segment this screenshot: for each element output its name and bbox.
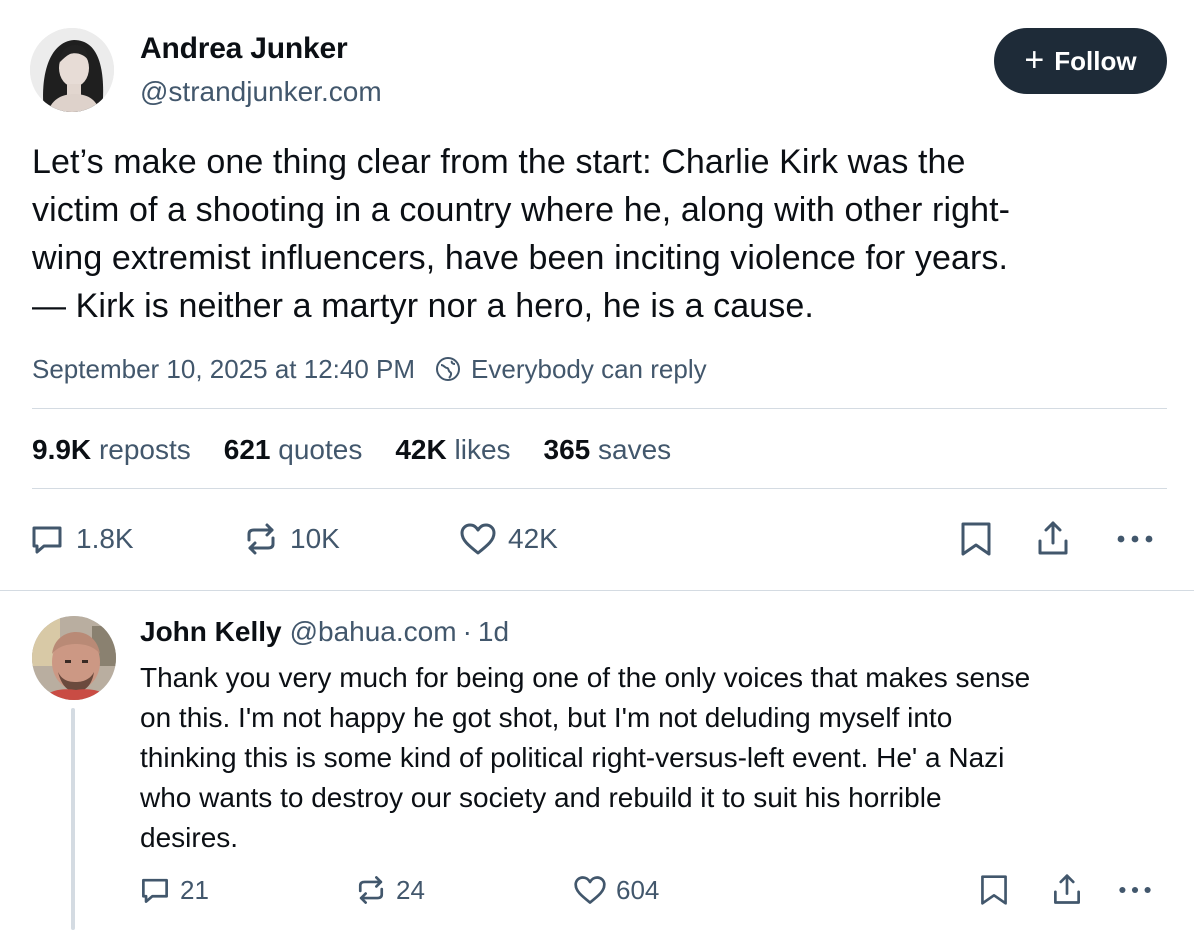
reply-button[interactable]: 1.8K: [28, 516, 134, 562]
post-stats: 9.9K reposts 621 quotes 42K likes 365 sa…: [32, 430, 704, 470]
thread-view: Andrea Junker @strandjunker.com + Follow…: [0, 0, 1194, 930]
stat-count: 42K: [395, 434, 447, 465]
bookmark-icon: [958, 520, 994, 558]
stat-label: quotes: [278, 434, 363, 465]
reply-actions: 21 24 604: [138, 870, 1168, 910]
stat-label: reposts: [98, 434, 191, 465]
stat-label: likes: [454, 434, 511, 465]
repost-arrows-icon: [242, 520, 280, 558]
reply-text-line: on this. I'm not happy he got shot, but …: [140, 702, 953, 733]
bookmark-button[interactable]: [958, 516, 994, 562]
reply-count: 1.8K: [76, 523, 134, 554]
reply-text-line: Thank you very much for being one of the…: [140, 662, 1031, 693]
divider: [32, 408, 1167, 409]
reply-like-count: 604: [616, 874, 660, 905]
share-icon: [1034, 519, 1072, 559]
post-body: Let’s make one thing clear from the star…: [32, 138, 1172, 330]
reply-author-avatar[interactable]: [32, 616, 116, 700]
stat-reposts[interactable]: 9.9K reposts: [32, 434, 191, 466]
stat-count: 621: [223, 434, 271, 465]
post-meta: September 10, 2025 at 12:40 PM Everybody…: [32, 352, 707, 386]
heart-icon: [572, 873, 608, 907]
like-count: 42K: [508, 523, 558, 554]
post-text-line: Let’s make one thing clear from the star…: [32, 143, 966, 181]
ellipsis-icon: [1116, 881, 1154, 899]
reply-share-button[interactable]: [1050, 870, 1084, 910]
reply-setting: Everybody can reply: [471, 353, 707, 384]
reply-author-name[interactable]: John Kelly: [140, 616, 282, 648]
author-handle[interactable]: @strandjunker.com: [140, 76, 382, 108]
speech-bubble-icon: [28, 520, 66, 558]
post-timestamp[interactable]: September 10, 2025 at 12:40 PM: [32, 354, 415, 385]
plus-icon: +: [1024, 40, 1045, 79]
thread-divider: [0, 590, 1194, 591]
reply-body: Thank you very much for being one of the…: [140, 658, 1170, 858]
heart-icon: [458, 520, 498, 558]
reply-bookmark-button[interactable]: [978, 870, 1010, 910]
post-actions: 1.8K 10K 42K: [28, 516, 1168, 562]
ellipsis-icon: [1114, 529, 1156, 549]
repost-arrows-icon: [354, 873, 388, 907]
reply-repost-count: 24: [396, 874, 425, 905]
globe-icon: [435, 356, 461, 382]
author-name[interactable]: Andrea Junker: [140, 32, 348, 66]
speech-bubble-icon: [138, 873, 172, 907]
follow-label: Follow: [1054, 45, 1137, 76]
reply-header: John Kelly @bahua.com · 1d: [140, 616, 509, 652]
divider: [32, 488, 1167, 489]
reply-text-line: desires.: [140, 822, 239, 853]
author-avatar[interactable]: [30, 28, 114, 112]
stat-label: saves: [598, 434, 672, 465]
reply-repost-button[interactable]: 24: [354, 870, 425, 910]
stat-quotes[interactable]: 621 quotes: [224, 434, 363, 466]
thread-connector: [71, 708, 75, 930]
stat-count: 365: [543, 434, 591, 465]
reply-reply-button[interactable]: 21: [138, 870, 209, 910]
stat-saves[interactable]: 365 saves: [544, 434, 672, 466]
separator-dot: ·: [462, 616, 472, 647]
share-icon: [1050, 872, 1084, 908]
follow-button[interactable]: + Follow: [994, 28, 1167, 94]
reply-more-options-button[interactable]: [1116, 870, 1154, 910]
stat-likes[interactable]: 42K likes: [395, 434, 510, 466]
bookmark-icon: [978, 873, 1010, 907]
post-text-line: — Kirk is neither a martyr nor a hero, h…: [32, 287, 814, 325]
post-text-line: wing extremist influencers, have been in…: [32, 239, 1009, 277]
main-post: Andrea Junker @strandjunker.com + Follow…: [0, 0, 1194, 590]
reply-text-line: who wants to destroy our society and reb…: [140, 782, 942, 813]
reply-reply-count: 21: [180, 874, 209, 905]
post-text-line: victim of a shooting in a country where …: [32, 191, 1011, 229]
reply-text-line: thinking this is some kind of political …: [140, 742, 1005, 773]
reply-time[interactable]: 1d: [478, 616, 509, 648]
repost-count: 10K: [290, 523, 340, 554]
share-button[interactable]: [1034, 516, 1072, 562]
repost-button[interactable]: 10K: [242, 516, 340, 562]
like-button[interactable]: 42K: [458, 516, 558, 562]
stat-count: 9.9K: [32, 434, 92, 465]
reply-like-button[interactable]: 604: [572, 870, 659, 910]
reply-author-handle[interactable]: @bahua.com: [290, 616, 457, 648]
more-options-button[interactable]: [1114, 516, 1156, 562]
